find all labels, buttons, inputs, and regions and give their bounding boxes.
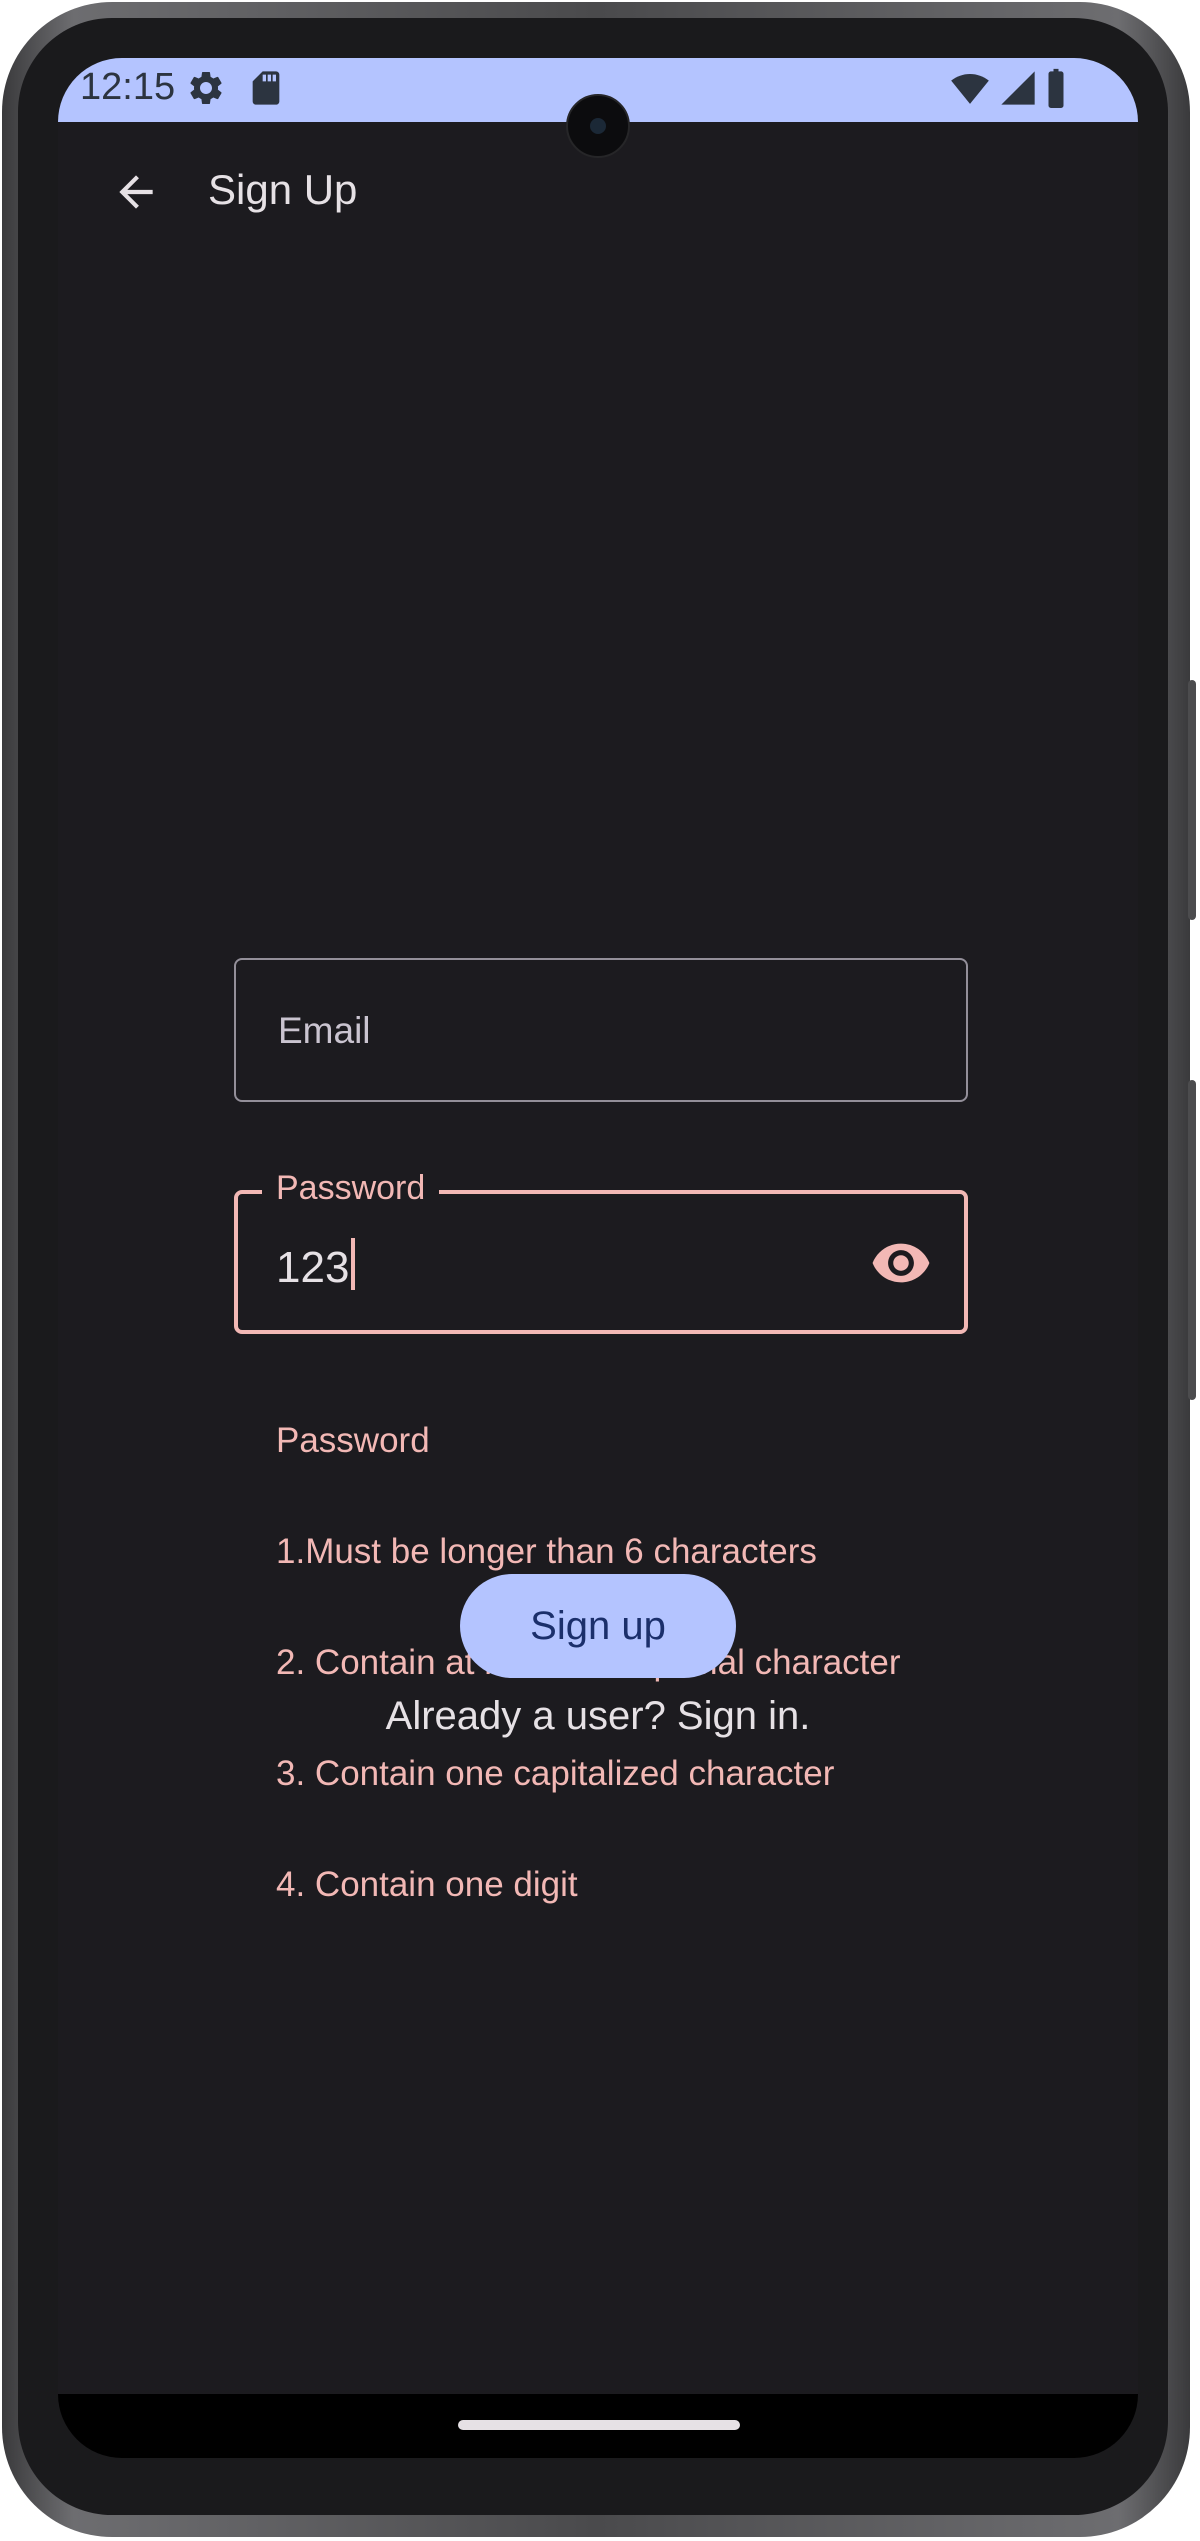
text-cursor	[351, 1238, 356, 1290]
volume-button	[1188, 680, 1196, 920]
email-placeholder: Email	[278, 1010, 371, 1051]
battery-icon	[1042, 68, 1070, 113]
cell-signal-icon	[998, 68, 1038, 113]
power-button	[1188, 1080, 1196, 1400]
page-title: Sign Up	[208, 166, 358, 213]
phone-device: 12:15 Sign Up Email Password 123 Passwor…	[0, 0, 1200, 2541]
screen: 12:15 Sign Up Email Password 123 Passwor…	[58, 58, 1138, 2458]
sd-card-icon	[246, 68, 286, 113]
home-indicator[interactable]	[458, 2420, 740, 2430]
email-field[interactable]: Email	[234, 958, 968, 1102]
gear-icon	[186, 68, 226, 113]
password-label: Password	[262, 1168, 440, 1208]
supporting-text-line: 4. Contain one digit	[276, 1865, 578, 1904]
status-time: 12:15	[80, 66, 176, 108]
wifi-icon	[948, 68, 992, 113]
sign-up-button[interactable]: Sign up	[460, 1574, 736, 1678]
toggle-password-visibility-button[interactable]	[862, 1224, 940, 1302]
eye-icon	[872, 1243, 930, 1283]
password-field[interactable]: Password 123	[234, 1168, 968, 1334]
supporting-text-line: 3. Contain one capitalized character	[276, 1754, 835, 1793]
back-button[interactable]	[96, 152, 176, 232]
supporting-text-line: Password	[276, 1421, 430, 1460]
password-text: 123	[276, 1243, 350, 1292]
sign-in-link[interactable]: Already a user? Sign in.	[58, 1694, 1138, 1739]
top-app-bar: Sign Up	[58, 122, 1138, 262]
arrow-back-icon	[119, 175, 153, 209]
supporting-text-line: 1.Must be longer than 6 characters	[276, 1532, 817, 1571]
password-input-value[interactable]: 123	[276, 1238, 356, 1293]
